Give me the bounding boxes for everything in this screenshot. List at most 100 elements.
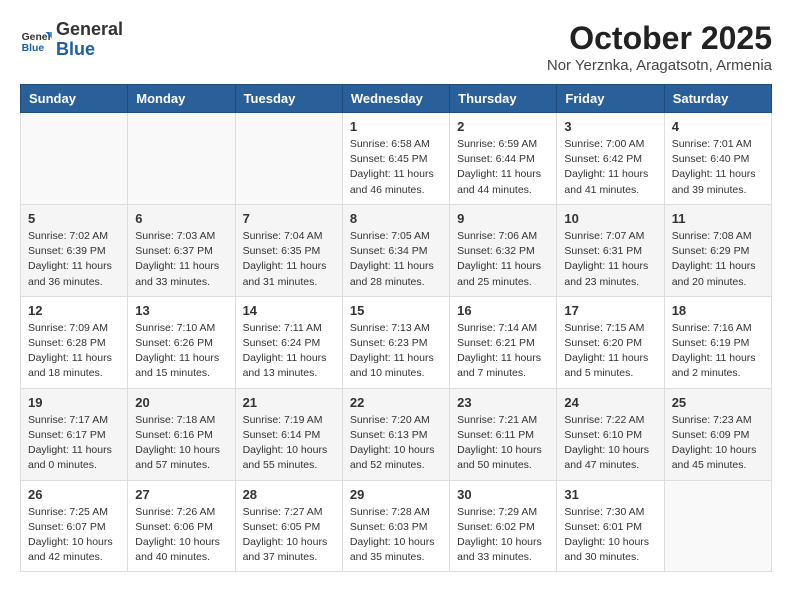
day-cell-17: 17 Sunrise: 7:15 AM Sunset: 6:20 PM Dayli… [557, 296, 664, 388]
logo: General Blue General Blue [20, 20, 123, 60]
day-info-31: Sunrise: 7:30 AM Sunset: 6:01 PM Dayligh… [564, 505, 656, 566]
day-info-22: Sunrise: 7:20 AM Sunset: 6:13 PM Dayligh… [350, 413, 442, 474]
day-info-10: Sunrise: 7:07 AM Sunset: 6:31 PM Dayligh… [564, 229, 656, 290]
day-info-20: Sunrise: 7:18 AM Sunset: 6:16 PM Dayligh… [135, 413, 227, 474]
day-cell-19: 19 Sunrise: 7:17 AM Sunset: 6:17 PM Dayli… [21, 388, 128, 480]
location-title: Nor Yerznka, Aragatsotn, Armenia [547, 57, 772, 74]
day-info-14: Sunrise: 7:11 AM Sunset: 6:24 PM Dayligh… [243, 321, 335, 382]
weekday-header-friday: Friday [557, 85, 664, 113]
empty-cell [128, 113, 235, 205]
day-cell-3: 3 Sunrise: 7:00 AM Sunset: 6:42 PM Daylig… [557, 113, 664, 205]
week-row-4: 19 Sunrise: 7:17 AM Sunset: 6:17 PM Dayli… [21, 388, 772, 480]
day-info-15: Sunrise: 7:13 AM Sunset: 6:23 PM Dayligh… [350, 321, 442, 382]
day-number-31: 31 [564, 487, 656, 502]
day-info-17: Sunrise: 7:15 AM Sunset: 6:20 PM Dayligh… [564, 321, 656, 382]
day-number-25: 25 [672, 395, 764, 410]
day-number-7: 7 [243, 211, 335, 226]
day-info-19: Sunrise: 7:17 AM Sunset: 6:17 PM Dayligh… [28, 413, 120, 474]
calendar: SundayMondayTuesdayWednesdayThursdayFrid… [20, 84, 772, 572]
day-number-16: 16 [457, 303, 549, 318]
day-cell-15: 15 Sunrise: 7:13 AM Sunset: 6:23 PM Dayli… [342, 296, 449, 388]
weekday-header-sunday: Sunday [21, 85, 128, 113]
day-cell-12: 12 Sunrise: 7:09 AM Sunset: 6:28 PM Dayli… [21, 296, 128, 388]
day-number-3: 3 [564, 119, 656, 134]
svg-text:Blue: Blue [22, 43, 45, 54]
day-number-14: 14 [243, 303, 335, 318]
weekday-header-row: SundayMondayTuesdayWednesdayThursdayFrid… [21, 85, 772, 113]
day-number-6: 6 [135, 211, 227, 226]
empty-cell [664, 480, 771, 572]
day-cell-10: 10 Sunrise: 7:07 AM Sunset: 6:31 PM Dayli… [557, 204, 664, 296]
logo-blue-text: Blue [56, 39, 95, 59]
day-info-27: Sunrise: 7:26 AM Sunset: 6:06 PM Dayligh… [135, 505, 227, 566]
day-number-5: 5 [28, 211, 120, 226]
day-number-20: 20 [135, 395, 227, 410]
day-cell-29: 29 Sunrise: 7:28 AM Sunset: 6:03 PM Dayli… [342, 480, 449, 572]
day-number-10: 10 [564, 211, 656, 226]
day-number-18: 18 [672, 303, 764, 318]
day-info-12: Sunrise: 7:09 AM Sunset: 6:28 PM Dayligh… [28, 321, 120, 382]
day-info-11: Sunrise: 7:08 AM Sunset: 6:29 PM Dayligh… [672, 229, 764, 290]
day-number-30: 30 [457, 487, 549, 502]
weekday-header-wednesday: Wednesday [342, 85, 449, 113]
day-number-2: 2 [457, 119, 549, 134]
day-number-22: 22 [350, 395, 442, 410]
day-cell-8: 8Sunrise: 7:05 AM Sunset: 6:34 PM Daylig… [342, 204, 449, 296]
day-number-19: 19 [28, 395, 120, 410]
day-number-17: 17 [564, 303, 656, 318]
weekday-header-monday: Monday [128, 85, 235, 113]
day-cell-25: 25 Sunrise: 7:23 AM Sunset: 6:09 PM Dayli… [664, 388, 771, 480]
day-cell-31: 31 Sunrise: 7:30 AM Sunset: 6:01 PM Dayli… [557, 480, 664, 572]
day-cell-24: 24 Sunrise: 7:22 AM Sunset: 6:10 PM Dayli… [557, 388, 664, 480]
day-cell-13: 13 Sunrise: 7:10 AM Sunset: 6:26 PM Dayli… [128, 296, 235, 388]
day-info-24: Sunrise: 7:22 AM Sunset: 6:10 PM Dayligh… [564, 413, 656, 474]
header: General Blue General Blue October 2025 N… [20, 20, 772, 74]
day-cell-5: 5Sunrise: 7:02 AM Sunset: 6:39 PM Daylig… [21, 204, 128, 296]
day-info-28: Sunrise: 7:27 AM Sunset: 6:05 PM Dayligh… [243, 505, 335, 566]
day-info-30: Sunrise: 7:29 AM Sunset: 6:02 PM Dayligh… [457, 505, 549, 566]
day-cell-16: 16 Sunrise: 7:14 AM Sunset: 6:21 PM Dayli… [450, 296, 557, 388]
day-cell-6: 6 Sunrise: 7:03 AM Sunset: 6:37 PM Daylig… [128, 204, 235, 296]
day-info-29: Sunrise: 7:28 AM Sunset: 6:03 PM Dayligh… [350, 505, 442, 566]
day-cell-4: 4Sunrise: 7:01 AM Sunset: 6:40 PM Daylig… [664, 113, 771, 205]
day-cell-20: 20 Sunrise: 7:18 AM Sunset: 6:16 PM Dayli… [128, 388, 235, 480]
day-info-16: Sunrise: 7:14 AM Sunset: 6:21 PM Dayligh… [457, 321, 549, 382]
day-cell-11: 11 Sunrise: 7:08 AM Sunset: 6:29 PM Dayli… [664, 204, 771, 296]
day-info-2: Sunrise: 6:59 AM Sunset: 6:44 PM Dayligh… [457, 137, 549, 198]
day-info-26: Sunrise: 7:25 AM Sunset: 6:07 PM Dayligh… [28, 505, 120, 566]
day-info-1: Sunrise: 6:58 AM Sunset: 6:45 PM Dayligh… [350, 137, 442, 198]
week-row-1: 1Sunrise: 6:58 AM Sunset: 6:45 PM Daylig… [21, 113, 772, 205]
day-number-11: 11 [672, 211, 764, 226]
day-cell-22: 22 Sunrise: 7:20 AM Sunset: 6:13 PM Dayli… [342, 388, 449, 480]
weekday-header-thursday: Thursday [450, 85, 557, 113]
day-info-9: Sunrise: 7:06 AM Sunset: 6:32 PM Dayligh… [457, 229, 549, 290]
day-number-23: 23 [457, 395, 549, 410]
day-number-27: 27 [135, 487, 227, 502]
day-info-13: Sunrise: 7:10 AM Sunset: 6:26 PM Dayligh… [135, 321, 227, 382]
day-number-24: 24 [564, 395, 656, 410]
day-cell-18: 18 Sunrise: 7:16 AM Sunset: 6:19 PM Dayli… [664, 296, 771, 388]
day-number-28: 28 [243, 487, 335, 502]
empty-cell [235, 113, 342, 205]
day-cell-9: 9Sunrise: 7:06 AM Sunset: 6:32 PM Daylig… [450, 204, 557, 296]
week-row-2: 5Sunrise: 7:02 AM Sunset: 6:39 PM Daylig… [21, 204, 772, 296]
month-title: October 2025 [547, 20, 772, 57]
day-number-21: 21 [243, 395, 335, 410]
day-cell-2: 2 Sunrise: 6:59 AM Sunset: 6:44 PM Daylig… [450, 113, 557, 205]
day-number-15: 15 [350, 303, 442, 318]
week-row-5: 26 Sunrise: 7:25 AM Sunset: 6:07 PM Dayli… [21, 480, 772, 572]
day-info-4: Sunrise: 7:01 AM Sunset: 6:40 PM Dayligh… [672, 137, 764, 198]
weekday-header-tuesday: Tuesday [235, 85, 342, 113]
day-cell-28: 28 Sunrise: 7:27 AM Sunset: 6:05 PM Dayli… [235, 480, 342, 572]
day-cell-30: 30 Sunrise: 7:29 AM Sunset: 6:02 PM Dayli… [450, 480, 557, 572]
day-info-25: Sunrise: 7:23 AM Sunset: 6:09 PM Dayligh… [672, 413, 764, 474]
weekday-header-saturday: Saturday [664, 85, 771, 113]
day-info-3: Sunrise: 7:00 AM Sunset: 6:42 PM Dayligh… [564, 137, 656, 198]
day-number-13: 13 [135, 303, 227, 318]
day-number-12: 12 [28, 303, 120, 318]
day-info-18: Sunrise: 7:16 AM Sunset: 6:19 PM Dayligh… [672, 321, 764, 382]
day-number-26: 26 [28, 487, 120, 502]
day-cell-27: 27 Sunrise: 7:26 AM Sunset: 6:06 PM Dayli… [128, 480, 235, 572]
day-info-6: Sunrise: 7:03 AM Sunset: 6:37 PM Dayligh… [135, 229, 227, 290]
day-number-29: 29 [350, 487, 442, 502]
